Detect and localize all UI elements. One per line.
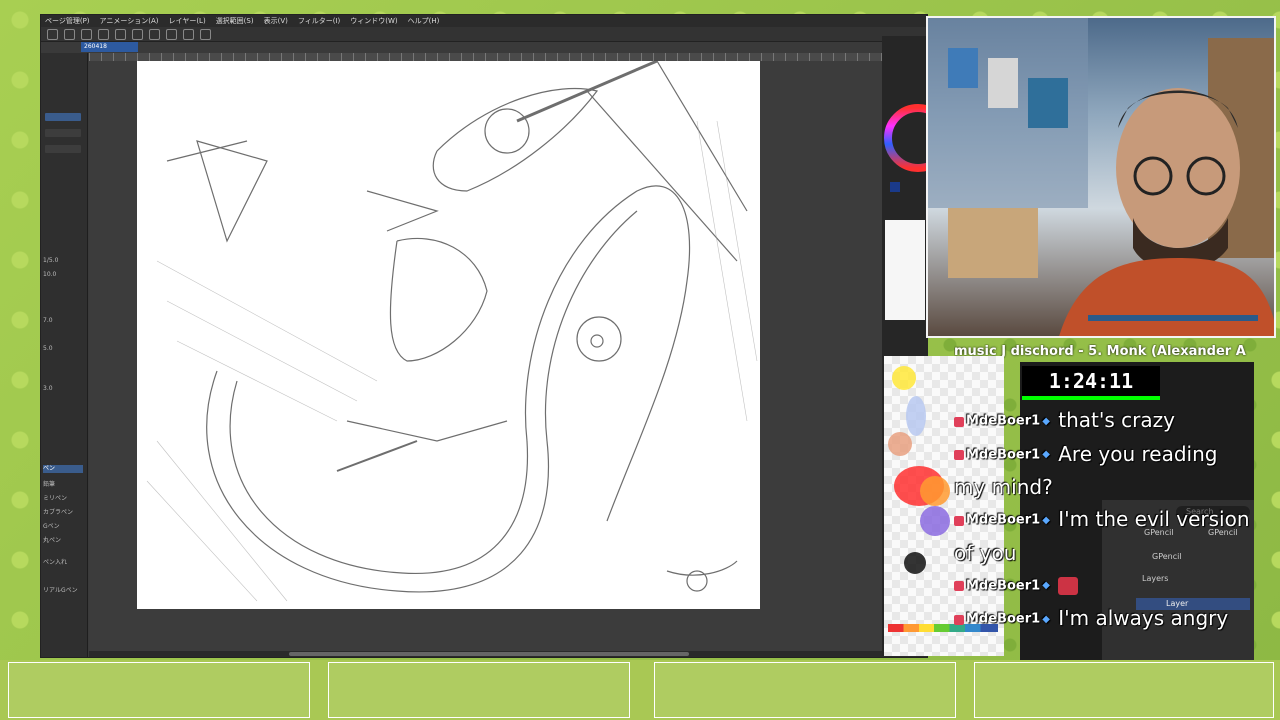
menu-selection[interactable]: 選択範囲(S) <box>216 15 254 27</box>
menu-filter[interactable]: フィルター(I) <box>298 15 340 27</box>
chat-username: MdeBoer1 <box>966 611 1041 627</box>
menu-page[interactable]: ページ管理(P) <box>45 15 90 27</box>
transform-icon[interactable] <box>166 28 177 40</box>
horizontal-ruler <box>89 53 883 61</box>
redo-icon[interactable] <box>115 28 126 40</box>
swatch-lightblue[interactable] <box>906 396 926 436</box>
star-icon: ◆ <box>1042 613 1050 625</box>
sub-tool-kabura[interactable]: カブラペン <box>43 509 73 517</box>
webcam-feed <box>926 16 1276 338</box>
brush-size-value[interactable]: 7.0 <box>43 317 53 325</box>
star-icon: ◆ <box>1042 415 1050 427</box>
mod-badge-icon <box>954 416 964 427</box>
sub-tool-maru[interactable]: 丸ペン <box>43 537 61 545</box>
brush-size-value[interactable]: 10.0 <box>43 271 56 279</box>
stream-timer: 1:24:11 <box>1022 366 1160 396</box>
swatch-peach[interactable] <box>888 432 912 456</box>
navigator-thumbnail[interactable] <box>885 220 925 320</box>
menu-help[interactable]: ヘルプ(H) <box>408 15 440 27</box>
sketch-drawing <box>146 59 758 602</box>
swatch-yellow[interactable] <box>892 366 916 390</box>
mod-badge-icon <box>954 614 964 625</box>
mod-badge-icon <box>954 581 964 591</box>
canvas-area[interactable] <box>89 59 883 657</box>
swatch-purple[interactable] <box>920 506 950 536</box>
clear-icon[interactable] <box>132 28 143 40</box>
save-icon[interactable] <box>81 28 92 40</box>
chat-overlay: MdeBoer1 ◆ that's crazy MdeBoer1 ◆ Are you… <box>954 404 1254 636</box>
bottom-frame <box>328 662 630 718</box>
menu-layer[interactable]: レイヤー(L) <box>169 15 206 27</box>
horizontal-scrollbar[interactable] <box>89 651 883 657</box>
webcam-scene <box>928 18 1274 336</box>
undo-icon[interactable] <box>98 28 109 40</box>
document-tab[interactable]: 260418 <box>81 42 138 52</box>
sub-tool-real-gpen[interactable]: リアルGペン <box>43 587 78 595</box>
mod-badge-icon <box>954 515 964 526</box>
swatch-orange[interactable] <box>920 476 950 506</box>
chat-message: MdeBoer1 ◆ I'm the evil version of you <box>954 503 1254 569</box>
snap-icon[interactable] <box>200 28 211 40</box>
brush-size-value[interactable]: 1/5.0 <box>43 257 58 265</box>
brush-size-value[interactable]: 3.0 <box>43 385 53 393</box>
ruler-icon[interactable] <box>183 28 194 40</box>
star-icon: ◆ <box>1042 449 1050 460</box>
chat-message: MdeBoer1 ◆ Are you reading my mind? <box>954 438 1254 504</box>
fill-icon[interactable] <box>149 28 160 40</box>
swatch-black[interactable] <box>904 552 926 574</box>
star-icon: ◆ <box>1042 580 1050 591</box>
new-file-icon[interactable] <box>47 28 58 40</box>
tool-slot[interactable] <box>45 145 81 153</box>
bottom-frame <box>654 662 956 718</box>
menu-window[interactable]: ウィンドウ(W) <box>350 15 397 27</box>
chat-message: MdeBoer1 ◆ that's crazy <box>954 404 1254 438</box>
open-file-icon[interactable] <box>64 28 75 40</box>
sub-tool-pencil[interactable]: 鉛筆 <box>43 481 55 489</box>
timer-progress-bar <box>1022 396 1160 400</box>
menu-view[interactable]: 表示(V) <box>264 15 288 27</box>
bottom-frame <box>974 662 1274 718</box>
menu-bar: ページ管理(P) アニメーション(A) レイヤー(L) 選択範囲(S) 表示(V… <box>41 15 927 27</box>
star-icon: ◆ <box>1042 514 1050 526</box>
brush-size-value[interactable]: 5.0 <box>43 345 53 353</box>
chat-username: MdeBoer1 <box>966 578 1041 593</box>
chat-message: MdeBoer1 ◆ <box>954 569 1254 603</box>
emote-icon <box>1058 577 1079 595</box>
sub-tool-pen[interactable]: ペン <box>43 465 83 473</box>
chat-username: MdeBoer1 <box>966 447 1041 462</box>
chat-text: I'm always angry <box>1058 606 1229 630</box>
drawing-canvas[interactable] <box>137 59 760 609</box>
menu-animation[interactable]: アニメーション(A) <box>100 15 159 27</box>
sub-tool-inking[interactable]: ペン入れ <box>43 559 67 567</box>
chat-username: MdeBoer1 <box>966 512 1041 528</box>
tool-property-panel: 1/5.0 10.0 7.0 5.0 3.0 ペン 鉛筆 ミリペン カブラペン … <box>41 53 88 657</box>
clip-studio-window: ページ管理(P) アニメーション(A) レイヤー(L) 選択範囲(S) 表示(V… <box>40 14 928 658</box>
tool-slot-active[interactable] <box>45 113 81 121</box>
scrollbar-thumb[interactable] <box>289 652 689 656</box>
chat-message: MdeBoer1 ◆ I'm always angry <box>954 602 1254 636</box>
color-wheel[interactable] <box>884 68 928 202</box>
chat-username: MdeBoer1 <box>966 413 1041 429</box>
mod-badge-icon <box>954 450 964 460</box>
tool-slot[interactable] <box>45 129 81 137</box>
sub-tool-gpen[interactable]: Gペン <box>43 523 60 531</box>
command-bar <box>41 27 927 42</box>
sub-tool-millipen[interactable]: ミリペン <box>43 495 67 503</box>
bottom-frame <box>8 662 310 718</box>
chat-text: that's crazy <box>1058 408 1175 432</box>
